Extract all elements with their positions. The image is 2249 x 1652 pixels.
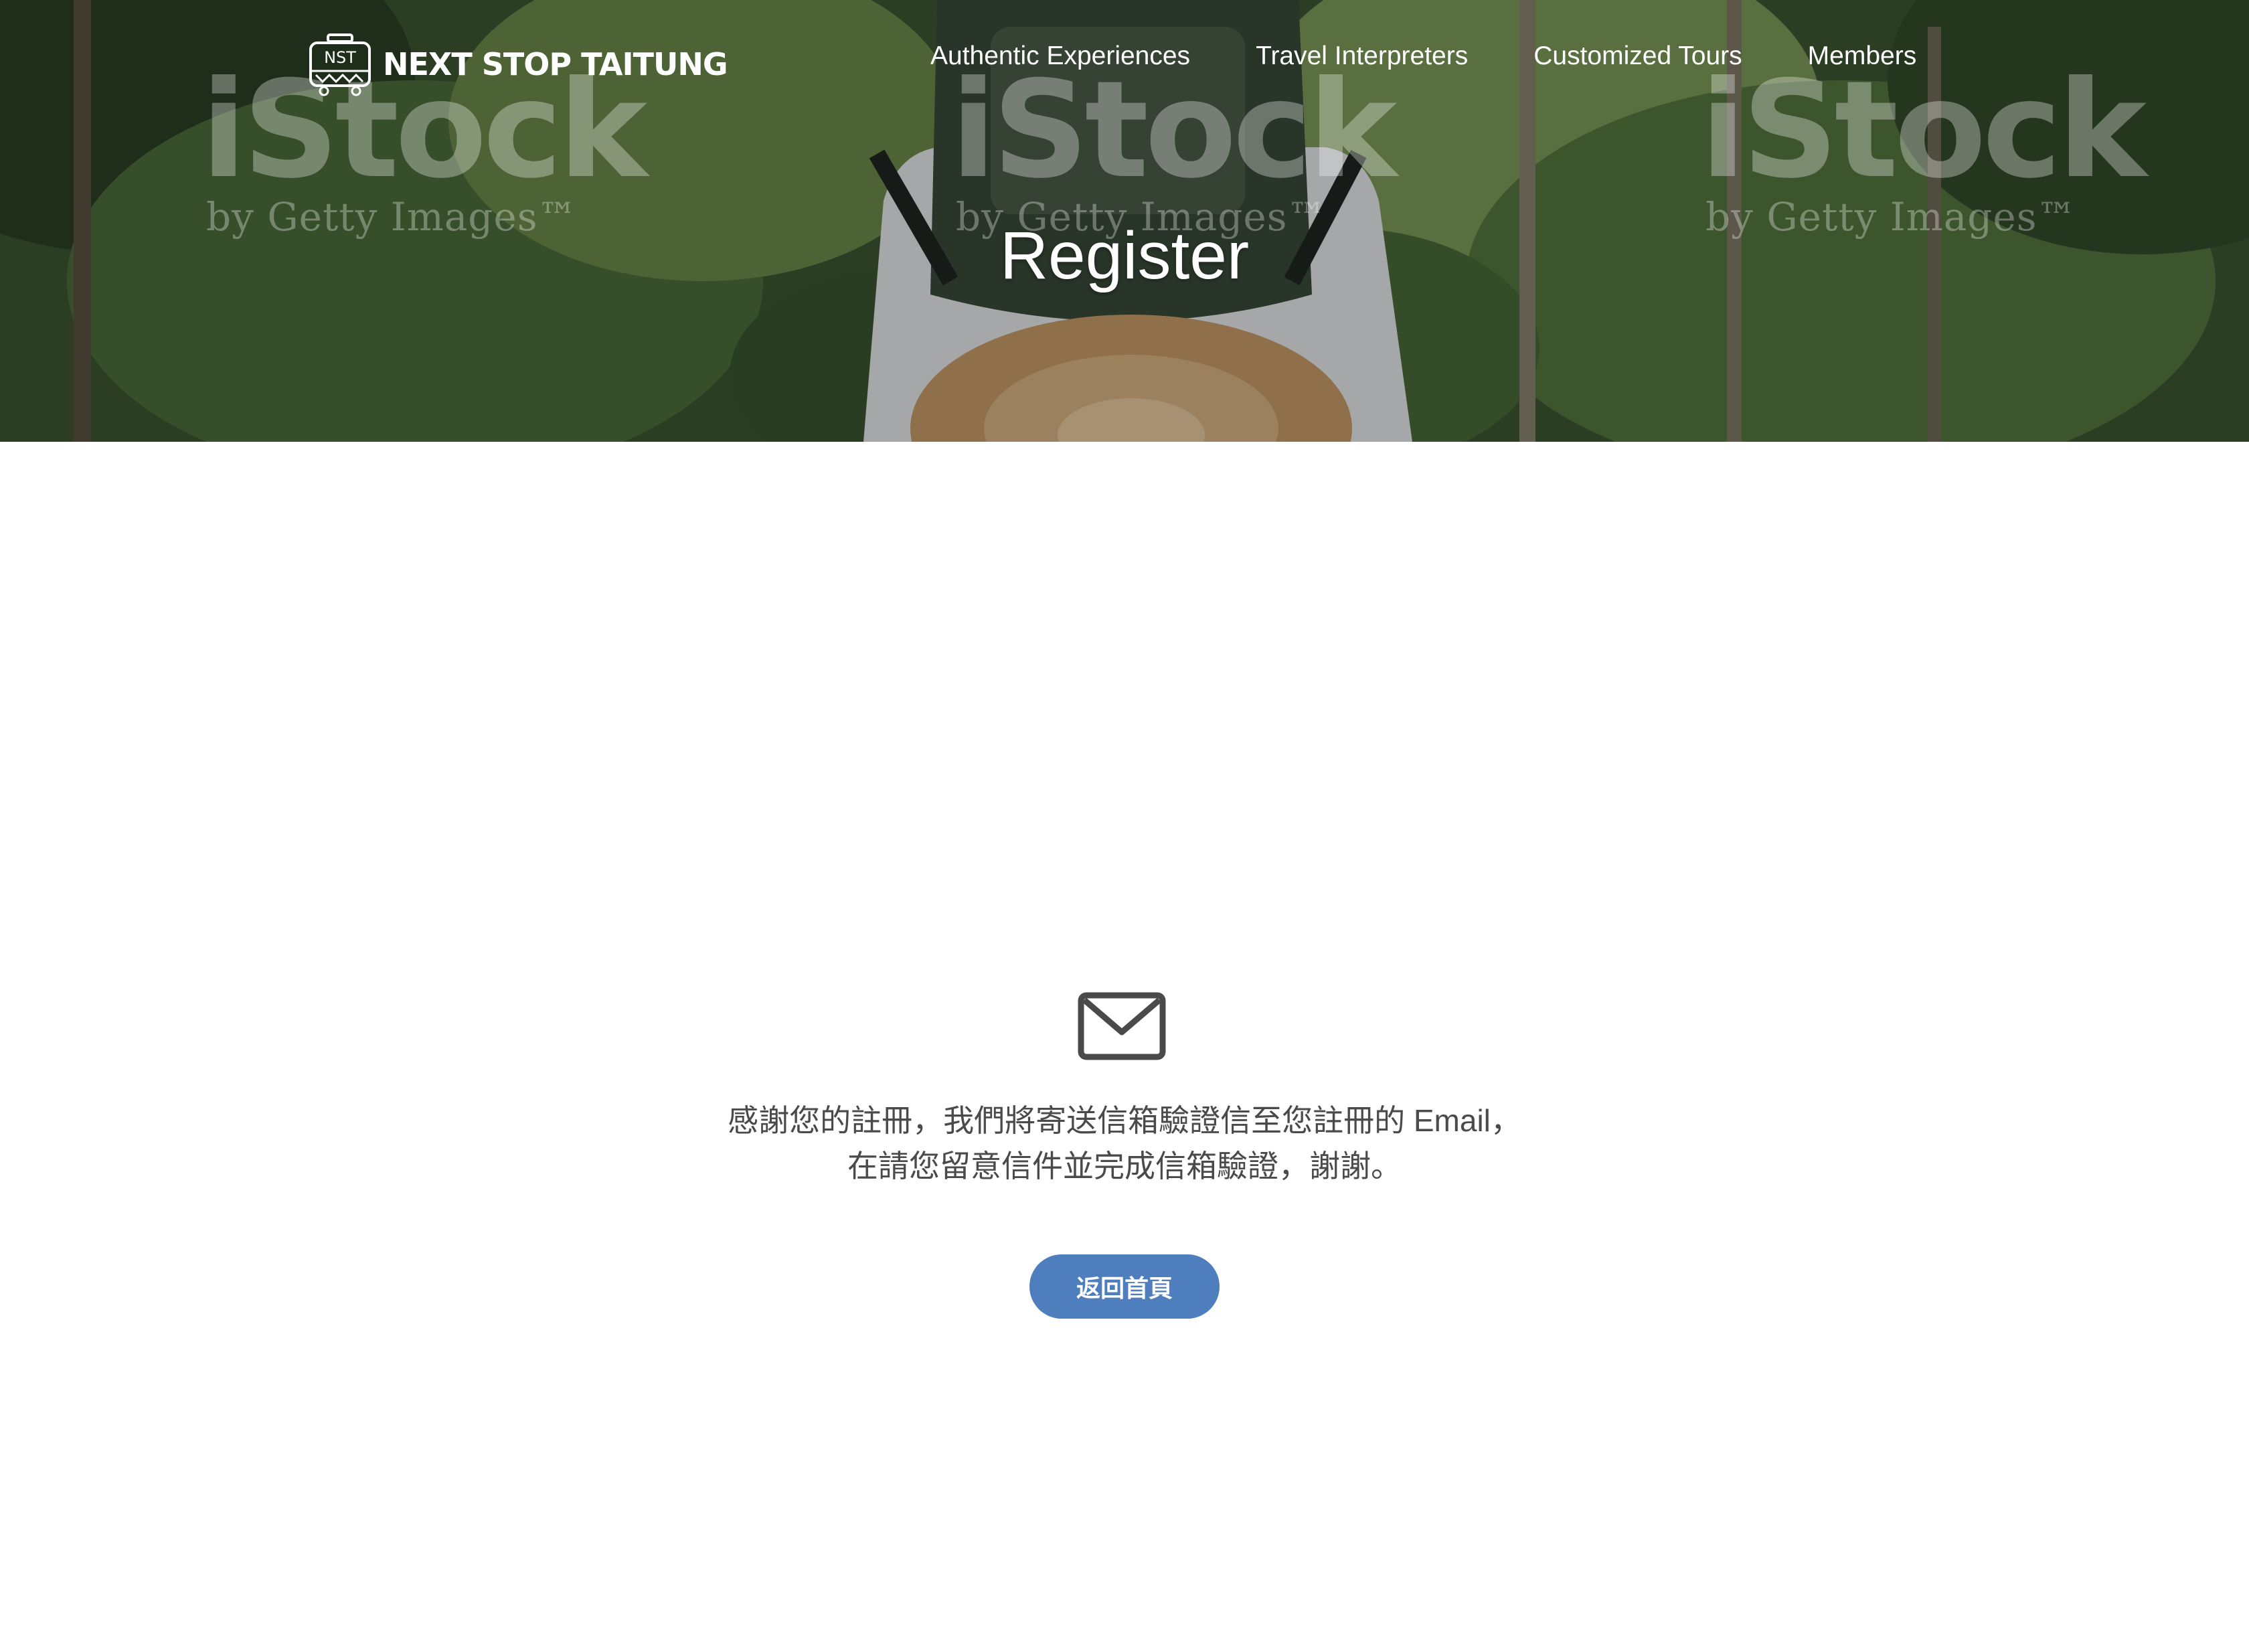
message-line-1: 感謝您的註冊，我們將寄送信箱驗證信至您註冊的 Email，	[728, 1103, 1521, 1138]
envelope-icon	[1078, 992, 1166, 1060]
back-to-home-button[interactable]: 返回首頁	[1029, 1254, 1220, 1319]
site-logo[interactable]: NST NEXT STOP TAITUNG	[307, 31, 728, 98]
page-title: Register	[999, 218, 1250, 293]
site-name: NEXT STOP TAITUNG	[383, 46, 728, 82]
nav-item-travel-interpreters[interactable]: Travel Interpreters	[1256, 42, 1468, 71]
nav-item-members[interactable]: Members	[1808, 42, 1917, 71]
hero-banner: iStock by Getty Images™ iStock by Getty …	[0, 0, 2249, 442]
top-navigation-bar: NST NEXT STOP TAITUNG Authentic Experien…	[0, 0, 2249, 127]
svg-text:NST: NST	[324, 48, 356, 67]
message-line-2: 在請您留意信件並完成信箱驗證，謝謝。	[847, 1149, 1402, 1183]
nav-item-customized-tours[interactable]: Customized Tours	[1533, 42, 1742, 71]
confirmation-message: 感謝您的註冊，我們將寄送信箱驗證信至您註冊的 Email， 在請您留意信件並完成…	[0, 1098, 2249, 1189]
main-nav: Authentic Experiences Travel Interpreter…	[930, 42, 1916, 71]
train-logo-icon: NST	[309, 33, 371, 96]
nav-item-authentic-experiences[interactable]: Authentic Experiences	[930, 42, 1190, 71]
